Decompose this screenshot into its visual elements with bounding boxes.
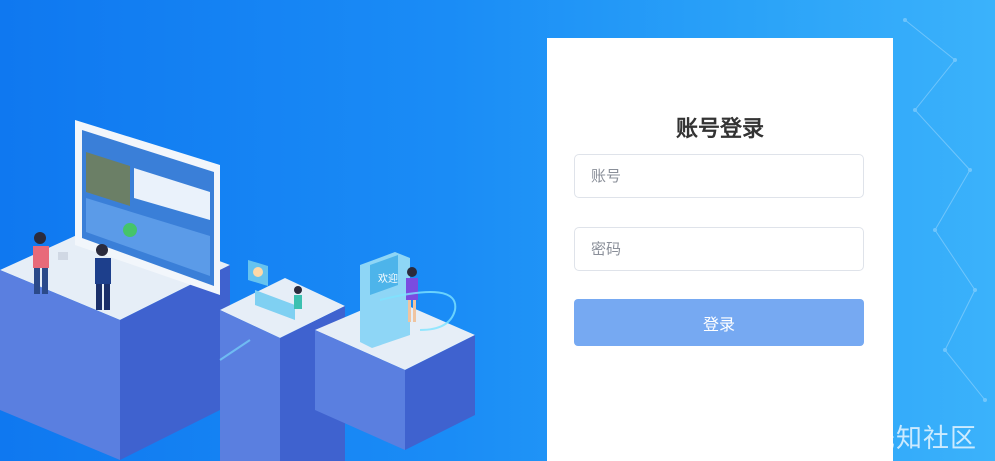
login-card: 账号登录 登录: [547, 38, 893, 461]
password-field[interactable]: [574, 227, 864, 271]
xianzhi-logo-icon: [836, 424, 863, 449]
hero-illustration: 欢迎: [0, 120, 475, 461]
watermark: 先知社区: [833, 418, 977, 455]
kiosk-sign: 欢迎: [378, 272, 398, 285]
username-field[interactable]: [574, 154, 864, 198]
kiosk: 欢迎: [360, 252, 410, 348]
username-input[interactable]: [575, 155, 863, 197]
watermark-text: 先知社区: [868, 424, 977, 454]
password-input[interactable]: [575, 228, 863, 270]
login-title: 账号登录: [675, 117, 764, 142]
login-button[interactable]: 登录: [574, 299, 864, 346]
